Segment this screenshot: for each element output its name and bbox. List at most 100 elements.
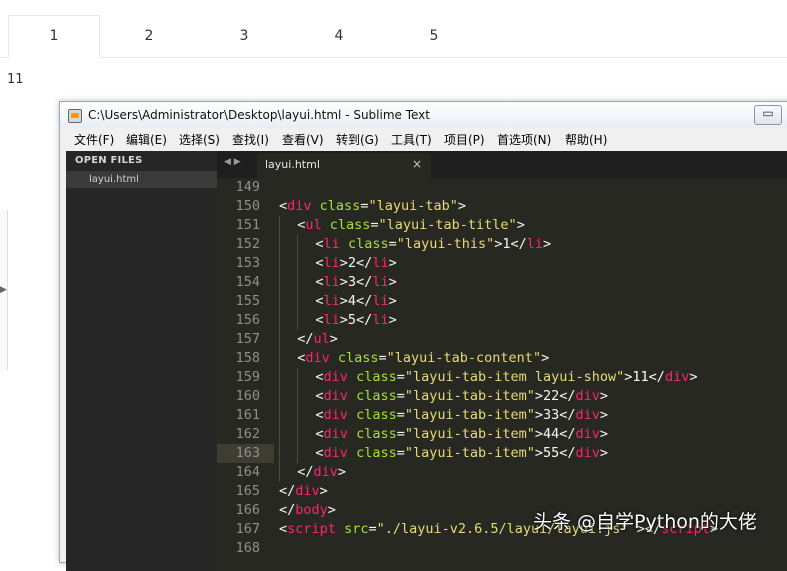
code-token: > xyxy=(599,388,609,404)
code-token: = xyxy=(396,388,405,404)
code-token: class xyxy=(356,407,397,423)
code-token: class xyxy=(356,369,397,385)
code-token: div xyxy=(575,445,600,461)
line-number: 167 xyxy=(235,521,260,537)
line-number: 161 xyxy=(235,407,260,423)
code-text: </div> xyxy=(279,482,328,501)
line-number: 164 xyxy=(235,464,260,480)
code-token: < xyxy=(279,521,288,537)
code-token: div xyxy=(575,426,600,442)
code-token: class xyxy=(337,350,379,366)
code-token: = xyxy=(396,445,405,461)
editor-file-tab[interactable]: layui.html × xyxy=(257,153,431,178)
code-token: "layui-tab-item layui-show" xyxy=(404,369,625,385)
line-number: 157 xyxy=(235,331,260,347)
code-line: 156 <li>5</li> xyxy=(217,311,787,330)
menu-tools[interactable]: 工具(T) xyxy=(391,129,432,151)
menu-find[interactable]: 查找(I) xyxy=(232,129,269,151)
code-text: </div> xyxy=(297,463,346,482)
expand-arrow-icon[interactable]: ▶ xyxy=(0,285,7,295)
indent-guide xyxy=(279,235,280,254)
code-token: li xyxy=(526,236,544,252)
code-text: <ul class="layui-tab-title"> xyxy=(297,216,525,235)
code-token: class xyxy=(319,198,361,214)
menu-help[interactable]: 帮助(H) xyxy=(565,129,607,151)
code-line: 150 <div class="layui-tab"> xyxy=(217,197,787,216)
menu-file[interactable]: 文件(F) xyxy=(74,129,114,151)
code-token: < xyxy=(315,445,324,461)
menu-edit[interactable]: 编辑(E) xyxy=(126,129,167,151)
line-number: 160 xyxy=(235,388,260,404)
code-token: > xyxy=(457,198,466,214)
code-token: >2</ xyxy=(339,255,373,271)
tab-2[interactable]: 2 xyxy=(104,16,194,57)
code-text: <li>3</li> xyxy=(315,273,396,292)
close-icon[interactable]: × xyxy=(412,157,422,171)
menu-project[interactable]: 项目(P) xyxy=(444,129,485,151)
code-token: < xyxy=(315,312,324,328)
code-token: > xyxy=(689,369,698,385)
code-token: < xyxy=(279,198,288,214)
code-token: > xyxy=(329,331,338,347)
indent-guide xyxy=(279,425,280,444)
minimize-button[interactable]: ▭ xyxy=(754,105,782,125)
code-token: div xyxy=(323,426,348,442)
code-line: 153 <li>2</li> xyxy=(217,254,787,273)
line-number: 155 xyxy=(235,293,260,309)
tab-content-text: 11 xyxy=(7,72,24,87)
menu-goto[interactable]: 转到(G) xyxy=(336,129,379,151)
code-token: >44</ xyxy=(534,426,576,442)
code-token: = xyxy=(368,521,377,537)
code-token: < xyxy=(315,407,324,423)
code-text: </ul> xyxy=(297,330,338,349)
code-text: <div class="layui-tab-item layui-show">1… xyxy=(315,368,697,387)
menu-selection[interactable]: 选择(S) xyxy=(179,129,220,151)
code-token: "layui-tab-content" xyxy=(386,350,542,366)
line-number: 159 xyxy=(235,369,260,385)
sidebar-file-label: layui.html xyxy=(89,174,139,185)
indent-guide xyxy=(279,254,280,273)
code-token: > xyxy=(541,350,550,366)
code-line: 151 <ul class="layui-tab-title"> xyxy=(217,216,787,235)
code-line: 161 <div class="layui-tab-item">33</div> xyxy=(217,406,787,425)
tab-1[interactable]: 1 xyxy=(8,15,100,58)
tab-3[interactable]: 3 xyxy=(199,16,289,57)
indent-guide xyxy=(279,216,280,235)
code-token: >33</ xyxy=(534,407,576,423)
tab-4[interactable]: 4 xyxy=(294,16,384,57)
sidebar-file-item[interactable]: layui.html xyxy=(66,171,217,188)
code-token: "layui-tab-item" xyxy=(404,445,535,461)
code-line: 164 </div> xyxy=(217,463,787,482)
code-token: "layui-tab-item" xyxy=(404,388,535,404)
tab-scroll-arrows-icon[interactable]: ◀ ▶ xyxy=(224,157,241,167)
menu-preferences[interactable]: 首选项(N) xyxy=(497,129,551,151)
line-number: 152 xyxy=(235,236,260,252)
indent-guide xyxy=(279,330,280,349)
code-text: <div class="layui-tab-item">33</div> xyxy=(315,406,608,425)
menu-view[interactable]: 查看(V) xyxy=(282,129,324,151)
indent-guide xyxy=(279,273,280,292)
indent-guide xyxy=(297,254,299,273)
code-token: < xyxy=(315,274,324,290)
code-token: li xyxy=(372,293,389,309)
code-line: 162 <div class="layui-tab-item">44</div> xyxy=(217,425,787,444)
watermark: 头条 @自学Python的大佬 xyxy=(533,511,757,533)
code-token: > xyxy=(388,255,397,271)
code-token: >3</ xyxy=(339,274,373,290)
tab-5[interactable]: 5 xyxy=(389,16,479,57)
code-token: = xyxy=(396,369,405,385)
indent-guide xyxy=(297,406,299,425)
code-token: > xyxy=(337,464,346,480)
code-token: class xyxy=(347,236,389,252)
code-token: > xyxy=(388,293,397,309)
code-token: div xyxy=(295,483,320,499)
editor-tab-label: layui.html xyxy=(265,158,320,171)
code-text: <li>2</li> xyxy=(315,254,396,273)
code-text: <div class="layui-tab-item">55</div> xyxy=(315,444,608,463)
code-token: = xyxy=(396,426,405,442)
indent-guide xyxy=(279,444,280,463)
indent-guide xyxy=(297,235,299,254)
